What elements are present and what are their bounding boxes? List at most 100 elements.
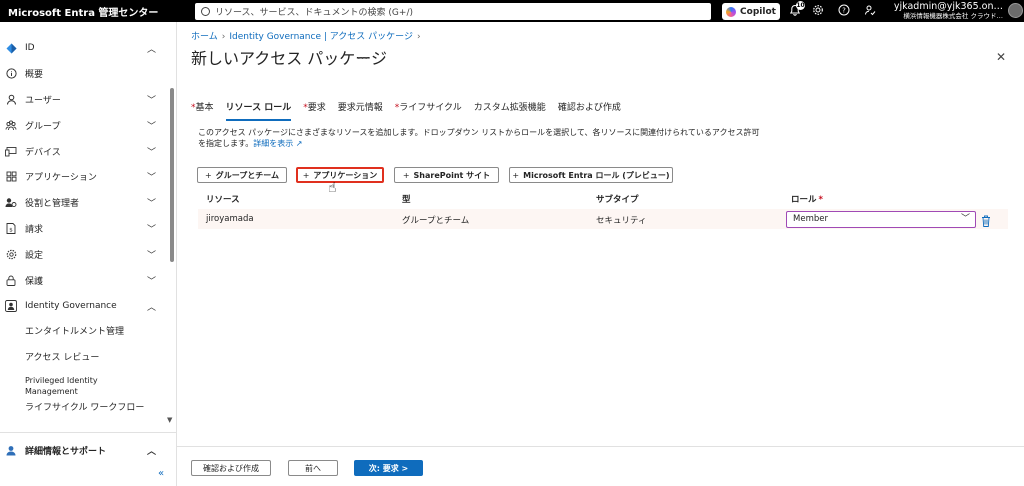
chevron-down-icon: ﹀ — [960, 214, 970, 224]
sidebar-item-applications[interactable]: アプリケーション ﹀ — [0, 164, 168, 188]
help-icon[interactable]: ? — [837, 4, 851, 18]
scroll-down-icon[interactable]: ▼ — [167, 416, 172, 424]
svg-text:?: ? — [842, 7, 846, 15]
avatar[interactable] — [1008, 3, 1023, 18]
sidebar-item-identity-governance[interactable]: Identity Governance ︿ — [0, 294, 168, 318]
column-header-subtype: サブタイプ — [596, 195, 639, 205]
device-icon — [5, 145, 17, 157]
column-header-role: ロール * — [791, 195, 823, 205]
chevron-up-icon[interactable]: ︿ — [147, 444, 156, 457]
sidebar-item-billing[interactable]: $ 請求 ﹀ — [0, 216, 168, 240]
sidebar-item-id[interactable]: ID ︿ — [0, 36, 168, 60]
sidebar-item-support[interactable]: 詳細情報とサポート ︿ — [0, 438, 168, 462]
add-sharepoint-site-button[interactable]: + SharePoint サイト — [394, 167, 499, 183]
chevron-down-icon[interactable]: ﹀ — [147, 196, 156, 209]
gear-icon[interactable] — [811, 4, 825, 18]
add-entra-role-button[interactable]: + Microsoft Entra ロール (プレビュー) — [509, 167, 673, 183]
tab-basics[interactable]: *基本 — [191, 101, 214, 121]
breadcrumb-home[interactable]: ホーム — [191, 32, 218, 42]
chevron-up-icon[interactable]: ︿ — [147, 300, 156, 313]
top-bar: Microsoft Entra 管理センター リソース、サービス、ドキュメントの… — [0, 0, 1024, 22]
billing-icon: $ — [5, 222, 17, 234]
learn-more-link[interactable]: 詳細を表示 — [253, 139, 293, 148]
sidebar-item-groups[interactable]: グループ ﹀ — [0, 113, 168, 137]
plus-icon: + — [205, 170, 212, 180]
copilot-label: Copilot — [740, 6, 776, 17]
tab-review-create[interactable]: 確認および作成 — [558, 101, 621, 121]
sidebar-subitem-entitlement[interactable]: エンタイトルメント管理 — [25, 327, 165, 338]
wizard-tabs: *基本 リソース ロール *要求 要求元情報 *ライフサイクル カスタム拡張機能… — [191, 101, 633, 121]
sidebar: ID ︿ 概要 ユーザー ﹀ グループ ﹀ デバイス ﹀ アプリケーション ﹀ … — [0, 22, 177, 486]
sidebar-item-roles[interactable]: 役割と管理者 ﹀ — [0, 190, 168, 214]
search-box[interactable]: リソース、サービス、ドキュメントの検索 (G+/) — [195, 3, 711, 20]
column-header-resource: リソース — [206, 195, 240, 205]
next-button[interactable]: 次: 要求 > — [354, 460, 423, 476]
add-application-button[interactable]: + アプリケーション — [296, 167, 384, 183]
copilot-button[interactable]: Copilot — [722, 3, 780, 20]
tab-custom-extensions[interactable]: カスタム拡張機能 — [474, 101, 546, 121]
sidebar-divider — [0, 432, 177, 433]
close-icon[interactable]: ✕ — [996, 50, 1006, 64]
search-icon — [201, 7, 210, 16]
required-marker: * — [818, 195, 823, 205]
collapse-sidebar-icon[interactable]: « — [158, 468, 164, 479]
roles-icon — [5, 196, 17, 208]
tab-resource-roles[interactable]: リソース ロール — [225, 101, 291, 121]
previous-button[interactable]: 前へ — [288, 460, 338, 476]
svg-text:$: $ — [9, 227, 13, 233]
role-dropdown-value: Member — [793, 214, 828, 224]
person-icon — [5, 93, 17, 105]
tab-requests[interactable]: *要求 — [303, 101, 326, 121]
sidebar-item-settings[interactable]: 設定 ﹀ — [0, 242, 168, 266]
role-dropdown[interactable]: Member ﹀ — [786, 211, 976, 228]
user-name: yjkadmin@yjk365.on… — [893, 1, 1003, 12]
feedback-icon[interactable] — [863, 4, 877, 18]
chevron-down-icon[interactable]: ﹀ — [147, 145, 156, 158]
hand-cursor-icon: ☝ — [328, 180, 337, 196]
footer-divider — [177, 446, 1024, 447]
sidebar-subitem-lifecycle[interactable]: ライフサイクル ワークフロー — [25, 403, 165, 414]
sidebar-item-label: 役割と管理者 — [25, 198, 80, 209]
chevron-down-icon[interactable]: ﹀ — [147, 170, 156, 183]
tab-requestor-info[interactable]: 要求元情報 — [338, 101, 383, 121]
sidebar-item-label: 詳細情報とサポート — [25, 446, 107, 457]
governance-icon — [5, 300, 17, 312]
sidebar-item-protection[interactable]: 保護 ﹀ — [0, 268, 168, 292]
cell-subtype: セキュリティ — [596, 216, 647, 226]
trash-icon[interactable] — [981, 212, 992, 227]
sidebar-item-label: Identity Governance — [25, 301, 117, 311]
support-icon — [5, 444, 17, 456]
sidebar-item-overview[interactable]: 概要 — [0, 61, 168, 85]
chevron-down-icon[interactable]: ﹀ — [147, 248, 156, 261]
external-link-icon: ↗ — [293, 139, 303, 148]
tab-lifecycle[interactable]: *ライフサイクル — [395, 101, 462, 121]
sidebar-item-label: 保護 — [25, 276, 44, 287]
chevron-down-icon[interactable]: ﹀ — [147, 93, 156, 106]
chevron-down-icon[interactable]: ﹀ — [147, 274, 156, 287]
plus-icon: + — [512, 170, 520, 180]
copilot-icon — [726, 6, 737, 17]
chevron-down-icon[interactable]: ﹀ — [147, 222, 156, 235]
chevron-up-icon[interactable]: ︿ — [147, 42, 156, 55]
sidebar-item-devices[interactable]: デバイス ﹀ — [0, 139, 168, 163]
review-create-button[interactable]: 確認および作成 — [191, 460, 271, 476]
sidebar-subitem-access-review[interactable]: アクセス レビュー — [25, 353, 165, 364]
cell-type: グループとチーム — [402, 216, 470, 226]
sidebar-subitem-pim[interactable]: Privileged Identity Management — [25, 375, 135, 397]
column-header-type: 型 — [402, 195, 411, 205]
plus-icon: + — [402, 170, 410, 180]
group-icon — [5, 119, 17, 131]
chevron-right-icon: › — [416, 32, 421, 42]
sidebar-item-label: アプリケーション — [25, 172, 97, 183]
sidebar-scrollbar[interactable] — [170, 88, 174, 262]
info-icon — [5, 67, 17, 79]
sidebar-item-label: グループ — [25, 121, 61, 132]
breadcrumb-governance[interactable]: Identity Governance | アクセス パッケージ — [229, 32, 413, 42]
sidebar-item-users[interactable]: ユーザー ﹀ — [0, 87, 168, 111]
user-account[interactable]: yjkadmin@yjk365.on… 横浜情報機器株式会社 クラウド… — [893, 1, 1003, 21]
chevron-down-icon[interactable]: ﹀ — [147, 119, 156, 132]
sidebar-item-label: 概要 — [25, 69, 44, 80]
add-groups-teams-button[interactable]: + グループとチーム — [197, 167, 287, 183]
brand-title[interactable]: Microsoft Entra 管理センター — [0, 4, 196, 19]
more-options-icon[interactable]: … — [357, 49, 368, 62]
